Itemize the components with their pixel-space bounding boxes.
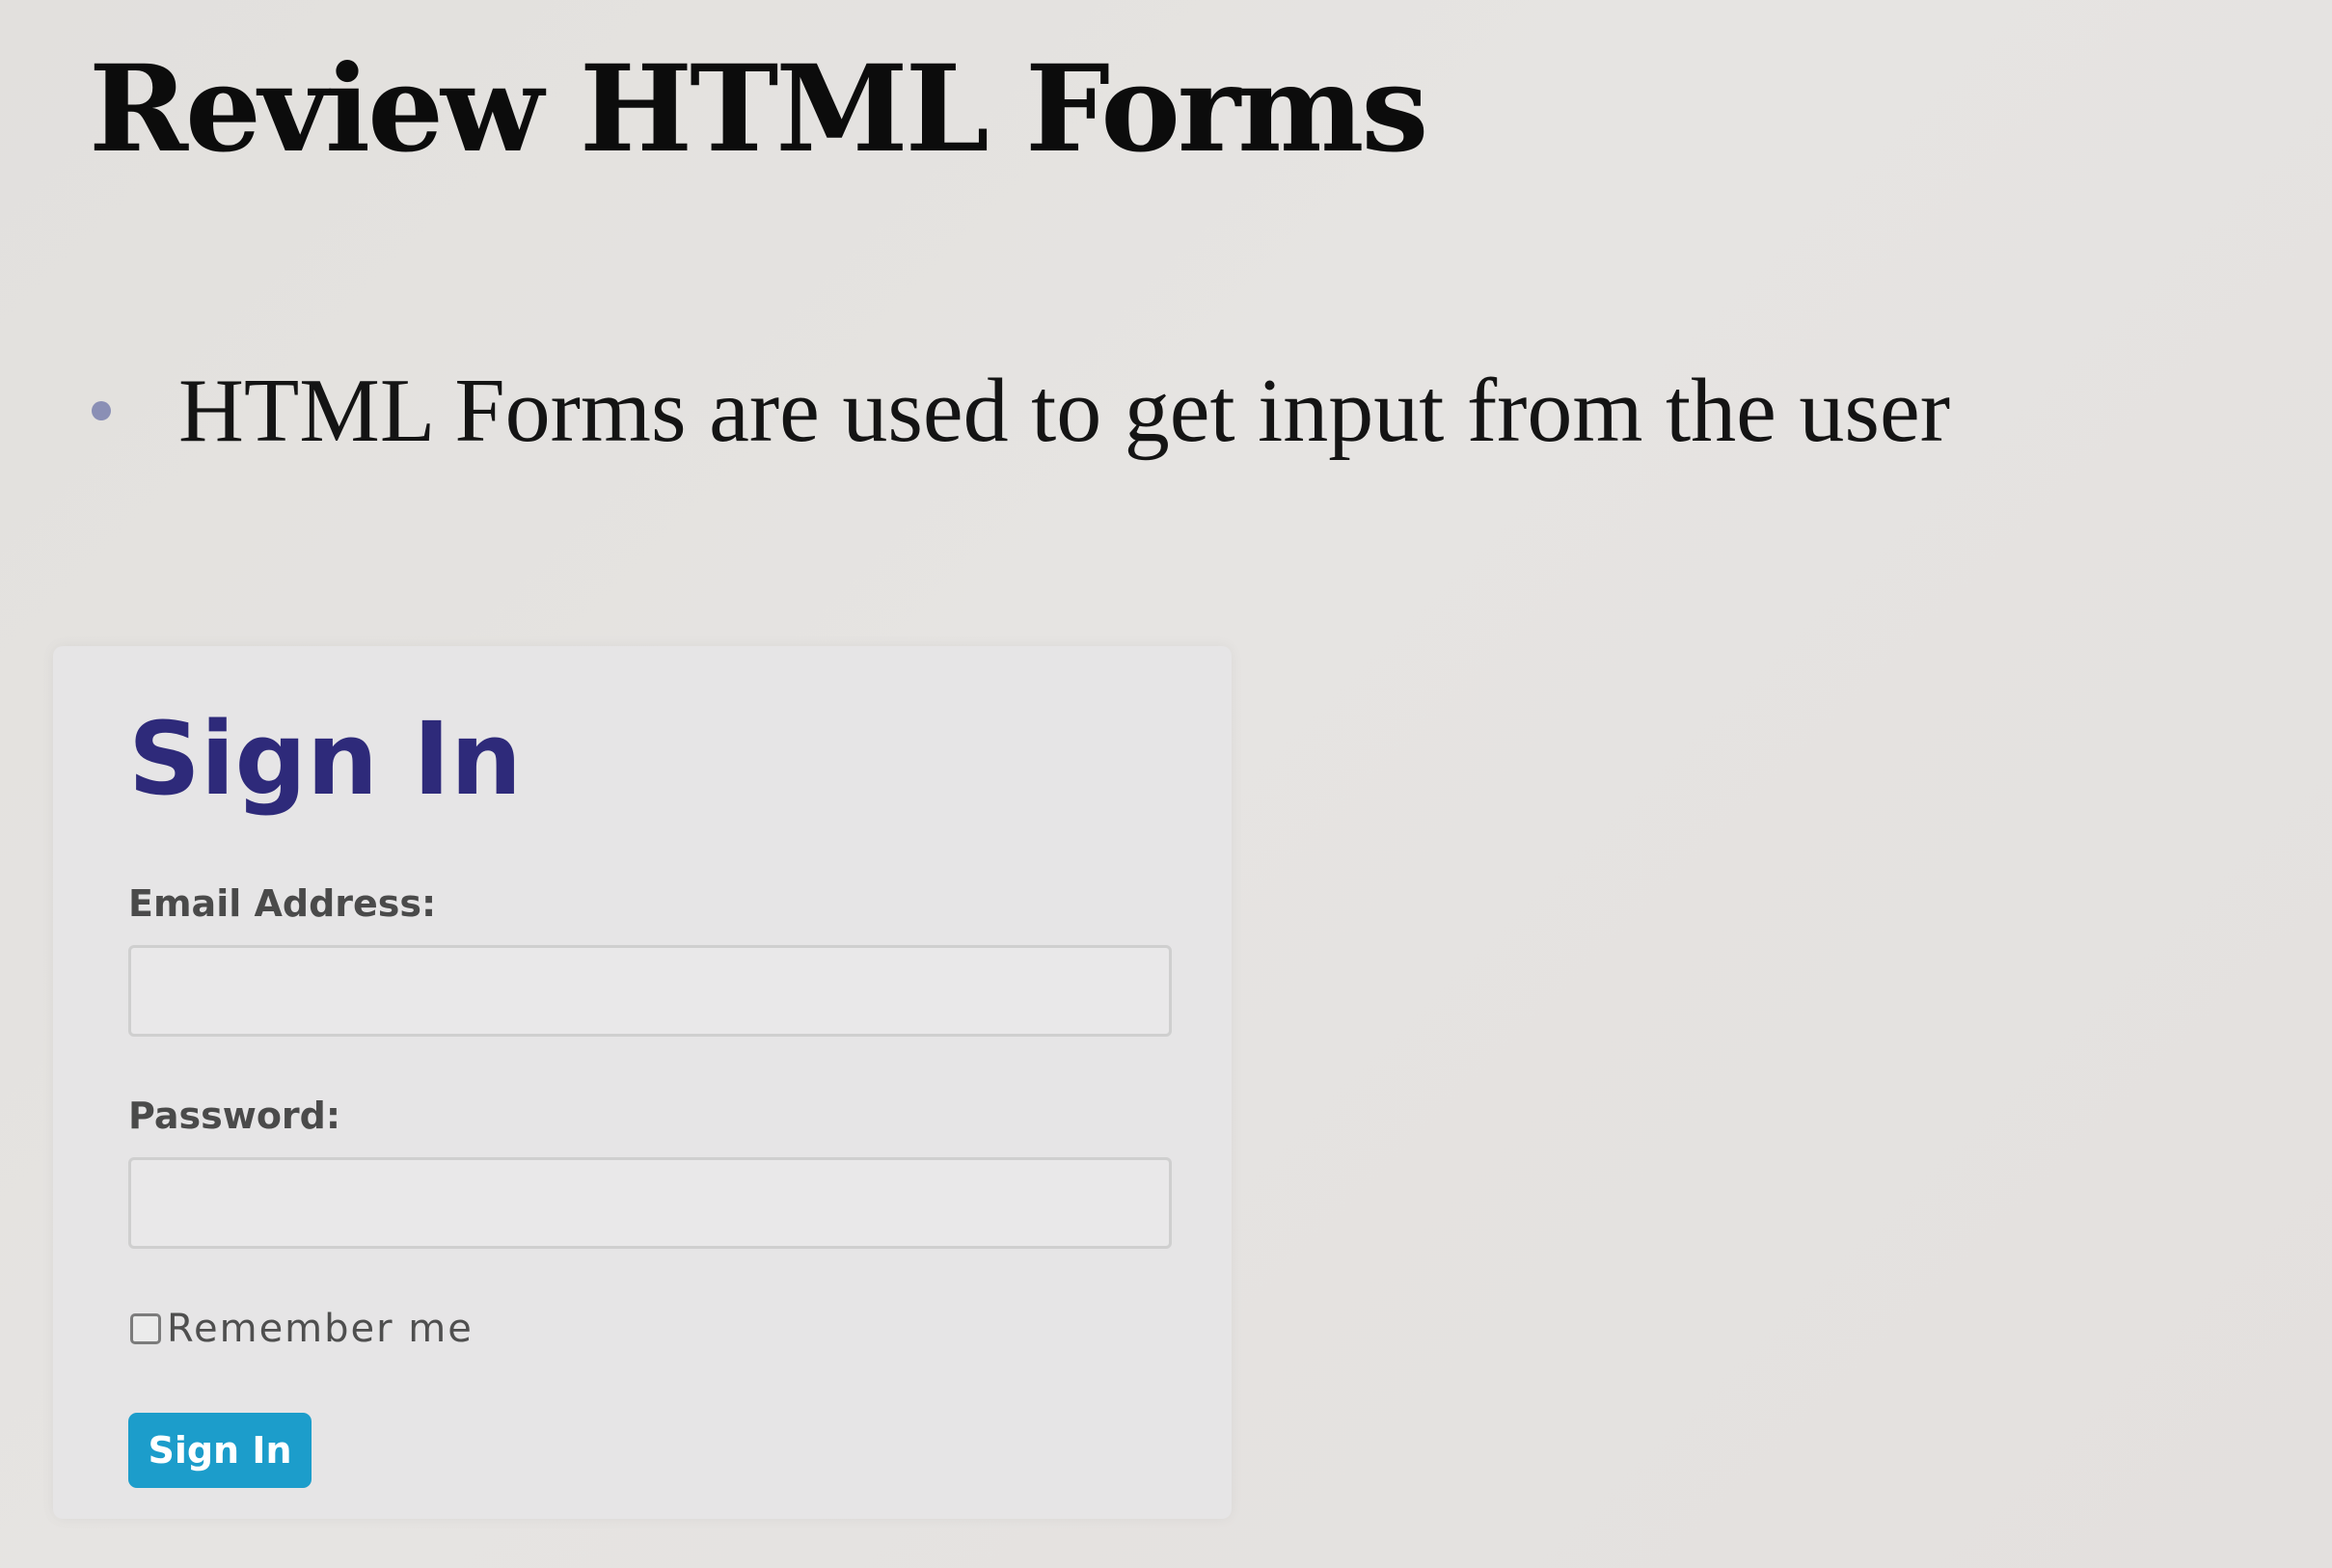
remember-me-row[interactable]: Remember me (130, 1307, 474, 1351)
form-title: Sign In (128, 700, 522, 818)
bullet-item: HTML Forms are used to get input from th… (89, 357, 1950, 466)
sign-in-button[interactable]: Sign In (128, 1413, 312, 1488)
slide-title: Review HTML Forms (89, 40, 1428, 179)
bullet-list: HTML Forms are used to get input from th… (89, 357, 1950, 466)
bullet-dot-icon (92, 401, 111, 421)
remember-me-checkbox[interactable] (130, 1313, 161, 1344)
sign-in-form-card: Sign In Email Address: Password: Remembe… (53, 646, 1232, 1519)
email-label: Email Address: (128, 882, 437, 925)
password-input[interactable] (128, 1157, 1172, 1249)
remember-me-label: Remember me (167, 1307, 474, 1351)
password-label: Password: (128, 1095, 341, 1137)
email-input[interactable] (128, 945, 1172, 1037)
bullet-text: HTML Forms are used to get input from th… (178, 361, 1950, 461)
